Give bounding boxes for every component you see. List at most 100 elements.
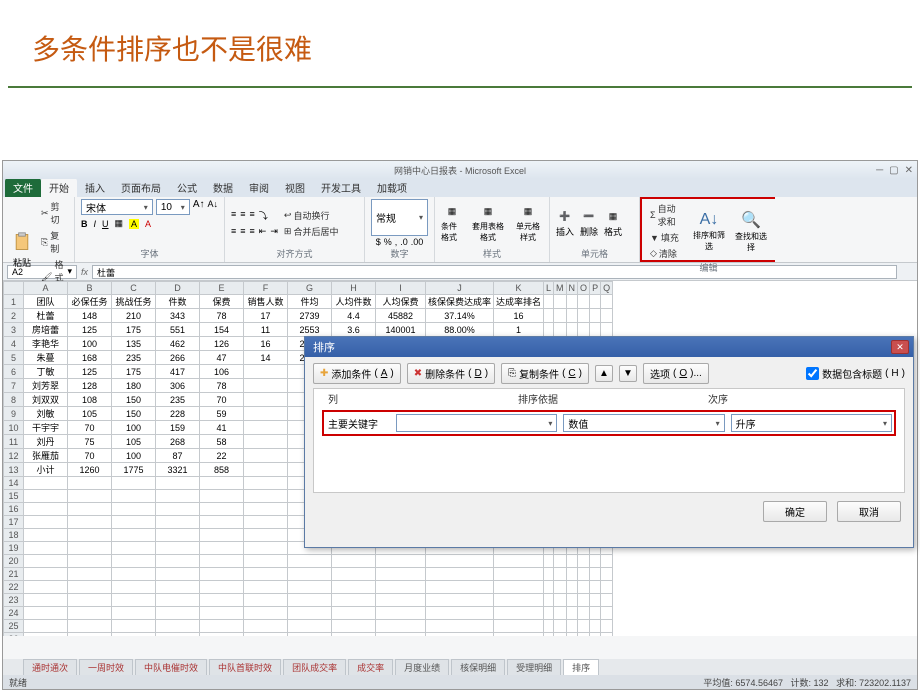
cell[interactable]: 128 [68, 379, 112, 393]
col-header[interactable]: Q [601, 282, 613, 295]
cell[interactable] [554, 568, 567, 581]
cell[interactable] [376, 607, 426, 620]
copy-level-button[interactable]: ⎘复制条件(C) [501, 363, 589, 384]
maximize-icon[interactable]: ▢ [889, 165, 898, 176]
cell[interactable] [332, 568, 376, 581]
insert-cells-button[interactable]: ➕插入 [556, 208, 574, 238]
paste-icon[interactable] [9, 229, 35, 255]
cell[interactable] [244, 365, 288, 379]
fill-color-icon[interactable]: A [129, 219, 139, 229]
cell[interactable] [544, 568, 554, 581]
sheet-tab[interactable]: 中队首联时效 [209, 659, 281, 675]
cell[interactable] [544, 309, 554, 323]
move-down-button[interactable]: ▼ [619, 365, 637, 382]
row-header[interactable]: 13 [4, 463, 24, 477]
cell[interactable] [288, 633, 332, 637]
cell[interactable] [566, 633, 578, 637]
row-header[interactable]: 6 [4, 365, 24, 379]
cell[interactable] [601, 295, 613, 309]
cell[interactable] [332, 555, 376, 568]
cell[interactable] [601, 594, 613, 607]
col-header[interactable]: L [544, 282, 554, 295]
border-icon[interactable]: ▦ [115, 218, 124, 229]
cell[interactable] [112, 620, 156, 633]
tab-data[interactable]: 数据 [205, 178, 241, 197]
row-header[interactable]: 16 [4, 503, 24, 516]
fx-icon[interactable]: fx [81, 267, 88, 277]
cell[interactable] [590, 568, 601, 581]
tab-home[interactable]: 开始 [41, 178, 77, 197]
cell[interactable] [288, 594, 332, 607]
cell[interactable]: 1 [494, 323, 544, 337]
row-header[interactable]: 3 [4, 323, 24, 337]
align-middle-icon[interactable]: ≡ [240, 209, 245, 222]
sheet-tab[interactable]: 一周时效 [79, 659, 133, 675]
cell[interactable] [578, 620, 590, 633]
format-cells-button[interactable]: ▦格式 [604, 208, 622, 238]
cell[interactable] [494, 607, 544, 620]
cell[interactable] [24, 529, 68, 542]
dialog-titlebar[interactable]: 排序 ✕ [305, 337, 913, 357]
row-header[interactable]: 11 [4, 435, 24, 449]
cell[interactable] [494, 568, 544, 581]
cell[interactable]: 17 [244, 309, 288, 323]
cell[interactable]: 李艳华 [24, 337, 68, 351]
cell[interactable] [566, 555, 578, 568]
row-header[interactable]: 19 [4, 542, 24, 555]
cell[interactable] [544, 323, 554, 337]
cell[interactable] [244, 379, 288, 393]
row-header[interactable]: 20 [4, 555, 24, 568]
cell[interactable] [24, 568, 68, 581]
merge-button[interactable]: ⊞合并后居中 [282, 224, 341, 239]
copy-button[interactable]: ⎘复制 [39, 228, 68, 256]
row-header[interactable]: 14 [4, 477, 24, 490]
ok-button[interactable]: 确定 [763, 501, 827, 522]
cell[interactable]: 张雁茄 [24, 449, 68, 463]
cell[interactable] [244, 407, 288, 421]
cell[interactable] [200, 477, 244, 490]
cell[interactable] [244, 542, 288, 555]
align-top-icon[interactable]: ≡ [231, 209, 236, 222]
cell[interactable]: 266 [156, 351, 200, 365]
col-header[interactable]: G [288, 282, 332, 295]
tab-file[interactable]: 文件 [5, 178, 41, 197]
cell[interactable]: 4.4 [332, 309, 376, 323]
cell[interactable] [200, 568, 244, 581]
cell[interactable]: 168 [68, 351, 112, 365]
cell[interactable]: 16 [244, 337, 288, 351]
cell[interactable]: 必保任务 [68, 295, 112, 309]
cell[interactable]: 175 [112, 365, 156, 379]
formula-input[interactable]: 杜蕾 [92, 265, 897, 279]
cell[interactable] [112, 633, 156, 637]
cell[interactable]: 件数 [156, 295, 200, 309]
cell[interactable] [68, 529, 112, 542]
cell[interactable]: 228 [156, 407, 200, 421]
cell[interactable] [112, 490, 156, 503]
comma-icon[interactable]: , [395, 237, 398, 247]
cell[interactable] [288, 607, 332, 620]
sheet-tab[interactable]: 核保明细 [451, 659, 505, 675]
currency-icon[interactable]: $ [376, 237, 381, 247]
row-header[interactable]: 23 [4, 594, 24, 607]
cell[interactable] [200, 581, 244, 594]
cell[interactable] [544, 594, 554, 607]
cell[interactable]: 135 [112, 337, 156, 351]
cell[interactable]: 159 [156, 421, 200, 435]
cell[interactable] [494, 620, 544, 633]
tab-addins[interactable]: 加载项 [369, 178, 415, 197]
cell[interactable]: 47 [200, 351, 244, 365]
cell[interactable]: 106 [200, 365, 244, 379]
find-select-button[interactable]: 🔍 查找和选择 [733, 210, 769, 253]
cut-button[interactable]: ✂剪切 [39, 199, 68, 227]
cell[interactable] [244, 477, 288, 490]
cell[interactable]: 保费 [200, 295, 244, 309]
cell[interactable] [601, 323, 613, 337]
row-header[interactable]: 9 [4, 407, 24, 421]
cell[interactable]: 858 [200, 463, 244, 477]
cell[interactable]: 235 [156, 393, 200, 407]
cell[interactable]: 78 [200, 309, 244, 323]
col-header[interactable]: P [590, 282, 601, 295]
cell[interactable] [554, 581, 567, 594]
cell[interactable] [244, 607, 288, 620]
dec-decimal-icon[interactable]: .00 [411, 237, 424, 247]
